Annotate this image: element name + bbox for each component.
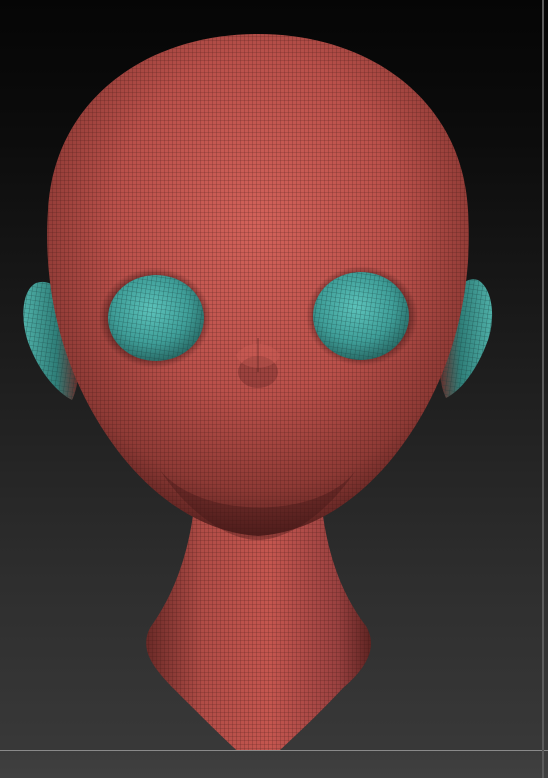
sculpt-canvas[interactable] xyxy=(0,0,548,778)
3d-viewport[interactable] xyxy=(0,0,548,778)
left-eye-mesh xyxy=(108,275,204,361)
right-eye-mesh xyxy=(313,272,409,360)
viewport-bottom-strip xyxy=(0,751,548,778)
